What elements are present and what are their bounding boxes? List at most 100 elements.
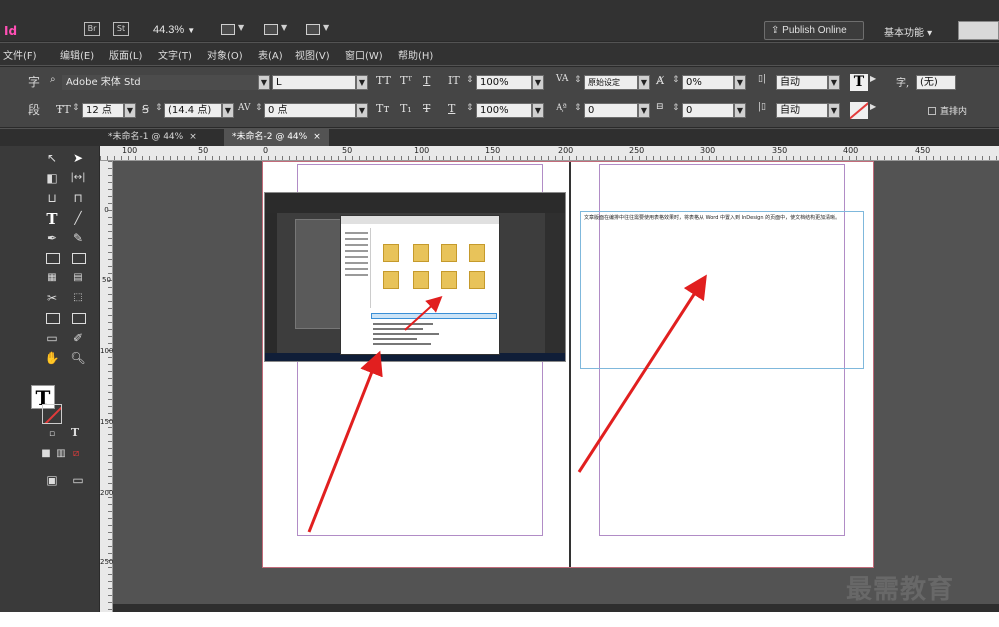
vertical-checkbox[interactable] <box>928 107 936 115</box>
char-rotate-dropdown[interactable]: ▼ <box>734 103 746 118</box>
kerning-field[interactable]: 原始设定 <box>584 75 638 90</box>
all-caps-icon[interactable]: TT <box>376 74 391 87</box>
baseline-shift-dropdown[interactable]: ▼ <box>638 103 650 118</box>
play-icon[interactable]: ▶ <box>870 102 876 111</box>
selection-tool-icon[interactable]: ↖ <box>43 150 61 166</box>
arrange-documents-button[interactable]: ▼ <box>306 23 332 37</box>
menu-help[interactable]: 帮助(H) <box>398 47 433 62</box>
direct-selection-tool-icon[interactable]: ➤ <box>69 150 87 166</box>
formatting-text-icon[interactable]: T <box>66 426 84 442</box>
vertical-scale-field[interactable]: 100% <box>476 75 532 90</box>
type-tool-icon[interactable]: T <box>43 210 61 228</box>
superscript-icon[interactable]: Tᵀ <box>400 74 412 87</box>
auto-field-2[interactable]: 自动 <box>776 103 828 118</box>
apply-none-icon[interactable]: ⧄ <box>67 446 85 462</box>
leading-stepper[interactable]: ⇕ <box>155 103 163 113</box>
page-tool-icon[interactable]: ◧ <box>43 170 61 186</box>
text-fill-swatch[interactable]: T <box>850 74 868 91</box>
normal-mode-icon[interactable]: ▣ <box>43 472 61 488</box>
gradient-swatch-icon[interactable] <box>43 310 61 326</box>
vertical-scale-stepper[interactable]: ⇕ <box>466 75 474 85</box>
rectangle-frame-tool-icon[interactable] <box>43 250 61 266</box>
kerning-stepper[interactable]: ⇕ <box>574 75 582 85</box>
shift-dropdown[interactable]: ▼ <box>734 75 746 90</box>
menu-table[interactable]: 表(A) <box>258 47 283 62</box>
rectangle-tool-icon[interactable] <box>69 250 87 266</box>
text-frame[interactable]: 文章版面在编排中往往需要使用表格效果时，将表格从 Word 中置入到 InDes… <box>580 211 864 369</box>
stock-button[interactable]: St <box>113 22 129 36</box>
search-input[interactable] <box>958 21 999 40</box>
bridge-button[interactable]: Br <box>84 22 100 36</box>
menu-file[interactable]: 文件(F) <box>3 47 37 62</box>
tab-untitled-2[interactable]: *未命名-2 @ 44% × <box>224 129 329 146</box>
font-style-input[interactable]: L <box>272 75 356 90</box>
free-transform-icon[interactable]: ⬚ <box>69 290 87 306</box>
leading-field[interactable]: (14.4 点) <box>164 103 222 118</box>
font-size-dropdown[interactable]: ▼ <box>124 103 136 118</box>
menu-view[interactable]: 视图(V) <box>295 47 330 62</box>
frame-grid-icon[interactable]: ▤ <box>69 270 87 286</box>
tracking-stepper[interactable]: ⇕ <box>255 103 263 113</box>
stroke-swatch[interactable] <box>42 404 62 424</box>
font-size-stepper[interactable]: ⇕ <box>72 103 80 113</box>
preview-mode-icon[interactable]: ▭ <box>69 472 87 488</box>
eyedropper-tool-icon[interactable]: ✐ <box>69 330 87 346</box>
strikethrough-icon[interactable]: T <box>423 102 430 115</box>
content-collector-icon[interactable]: ⊔ <box>43 190 61 206</box>
leading-dropdown[interactable]: ▼ <box>222 103 234 118</box>
pen-tool-icon[interactable]: ✒ <box>43 230 61 246</box>
small-caps-icon[interactable]: Tᴛ <box>376 102 389 115</box>
auto-field-1[interactable]: 自动 <box>776 75 828 90</box>
auto-dropdown-1[interactable]: ▼ <box>828 75 840 90</box>
menu-edit[interactable]: 编辑(E) <box>60 47 94 62</box>
auto-dropdown-2[interactable]: ▼ <box>828 103 840 118</box>
horizontal-ruler[interactable]: 100 50 0 50 100 150 200 250 300 350 400 … <box>100 146 999 161</box>
gradient-feather-icon[interactable] <box>69 310 87 326</box>
baseline-shift-stepper[interactable]: ⇕ <box>574 103 582 113</box>
scissors-tool-icon[interactable]: ✂ <box>43 290 61 306</box>
placed-image-frame[interactable] <box>264 192 566 362</box>
close-icon[interactable]: × <box>313 132 321 142</box>
char-rotate-field[interactable]: 0 <box>682 103 734 118</box>
hand-tool-icon[interactable]: ✋ <box>43 350 61 366</box>
baseline-shift-field[interactable]: 0 <box>584 103 638 118</box>
vertical-ruler[interactable]: 0 50 100 150 200 250 <box>100 161 113 612</box>
none-field[interactable]: (无) <box>916 75 956 90</box>
publish-online-button[interactable]: ⇪ Publish Online <box>764 21 864 40</box>
close-icon[interactable]: × <box>189 132 197 142</box>
font-style-dropdown[interactable]: ▼ <box>356 75 368 90</box>
char-rotate-stepper[interactable]: ⇕ <box>672 103 680 113</box>
horizontal-scale-dropdown[interactable]: ▼ <box>532 103 544 118</box>
vertical-scale-dropdown[interactable]: ▼ <box>532 75 544 90</box>
font-family-input[interactable]: Adobe 宋体 Std <box>62 75 258 90</box>
kerning-dropdown[interactable]: ▼ <box>638 75 650 90</box>
menu-type[interactable]: 文字(T) <box>158 47 192 62</box>
play-icon[interactable]: ▶ <box>870 74 876 83</box>
pencil-tool-icon[interactable]: ✎ <box>69 230 87 246</box>
horizontal-scale-stepper[interactable]: ⇕ <box>466 103 474 113</box>
font-size-field[interactable]: 12 点 <box>82 103 124 118</box>
tab-untitled-1[interactable]: *未命名-1 @ 44% × <box>100 129 205 146</box>
view-options-button[interactable]: ▼ <box>221 23 247 37</box>
note-tool-icon[interactable]: ▭ <box>43 330 61 346</box>
subscript-icon[interactable]: T₁ <box>400 102 412 115</box>
horizontal-scale-field[interactable]: 100% <box>476 103 532 118</box>
workspace-switcher[interactable]: 基本功能 ▾ <box>884 24 932 39</box>
gap-tool-icon[interactable]: |↔| <box>69 170 87 186</box>
zoom-tool-icon[interactable]: 🔍︎ <box>69 350 87 366</box>
content-placer-icon[interactable]: ⊓ <box>69 190 87 206</box>
menu-window[interactable]: 窗口(W) <box>345 47 383 62</box>
tracking-field[interactable]: 0 点 <box>264 103 356 118</box>
menu-layout[interactable]: 版面(L) <box>109 47 142 62</box>
paragraph-mode-button[interactable]: 段 <box>28 101 40 118</box>
menu-object[interactable]: 对象(O) <box>207 47 243 62</box>
shift-stepper[interactable]: ⇕ <box>672 75 680 85</box>
font-family-dropdown[interactable]: ▼ <box>258 75 270 90</box>
text-stroke-swatch[interactable] <box>850 102 868 119</box>
line-tool-icon[interactable]: ╱ <box>69 210 87 226</box>
character-mode-button[interactable]: 字 <box>28 73 40 90</box>
shift-field[interactable]: 0% <box>682 75 734 90</box>
formatting-container-icon[interactable]: ▫ <box>43 426 61 442</box>
underline-icon[interactable]: T <box>423 74 430 87</box>
screen-mode-button[interactable]: ▼ <box>264 23 290 37</box>
